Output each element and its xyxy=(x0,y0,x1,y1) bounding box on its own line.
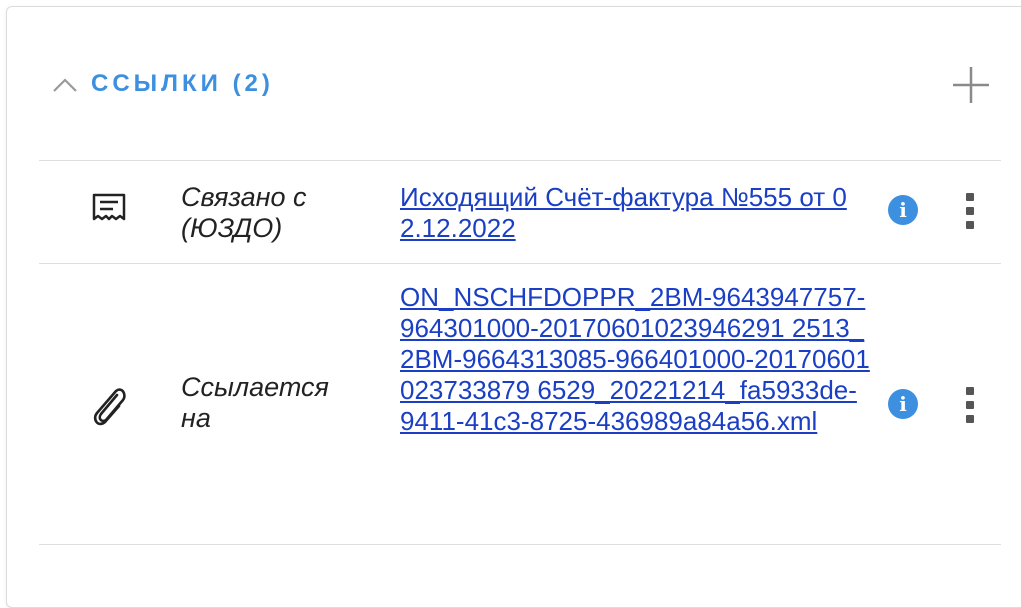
plus-icon[interactable] xyxy=(950,64,992,106)
chevron-up-icon[interactable] xyxy=(52,76,78,94)
divider xyxy=(39,544,1001,545)
attached-file-link[interactable]: ON_NSCHFDOPPR_2BM-9643947757-964301000-2… xyxy=(400,282,870,437)
relation-label: Связано с (ЮЗДО) xyxy=(181,182,307,243)
more-vertical-icon[interactable] xyxy=(963,387,977,423)
linked-document-link[interactable]: Исходящий Счёт-фактура №555 от 02.12.202… xyxy=(400,182,860,244)
divider xyxy=(39,263,1001,264)
document-receipt-icon xyxy=(92,193,126,221)
divider xyxy=(39,160,1001,161)
info-icon[interactable]: i xyxy=(888,195,918,225)
list-item: Ссылается на ON_NSCHFDOPPR_2BM-964394775… xyxy=(39,265,1001,545)
paperclip-icon xyxy=(93,388,126,426)
more-vertical-icon[interactable] xyxy=(963,193,977,229)
list-item: Связано с (ЮЗДО) Исходящий Счёт-фактура … xyxy=(39,162,1001,262)
section-header[interactable]: ССЫЛКИ (2) xyxy=(45,52,1000,112)
info-icon[interactable]: i xyxy=(888,389,918,419)
relation-label: Ссылается на xyxy=(181,372,329,433)
section-title[interactable]: ССЫЛКИ (2) xyxy=(91,70,274,98)
